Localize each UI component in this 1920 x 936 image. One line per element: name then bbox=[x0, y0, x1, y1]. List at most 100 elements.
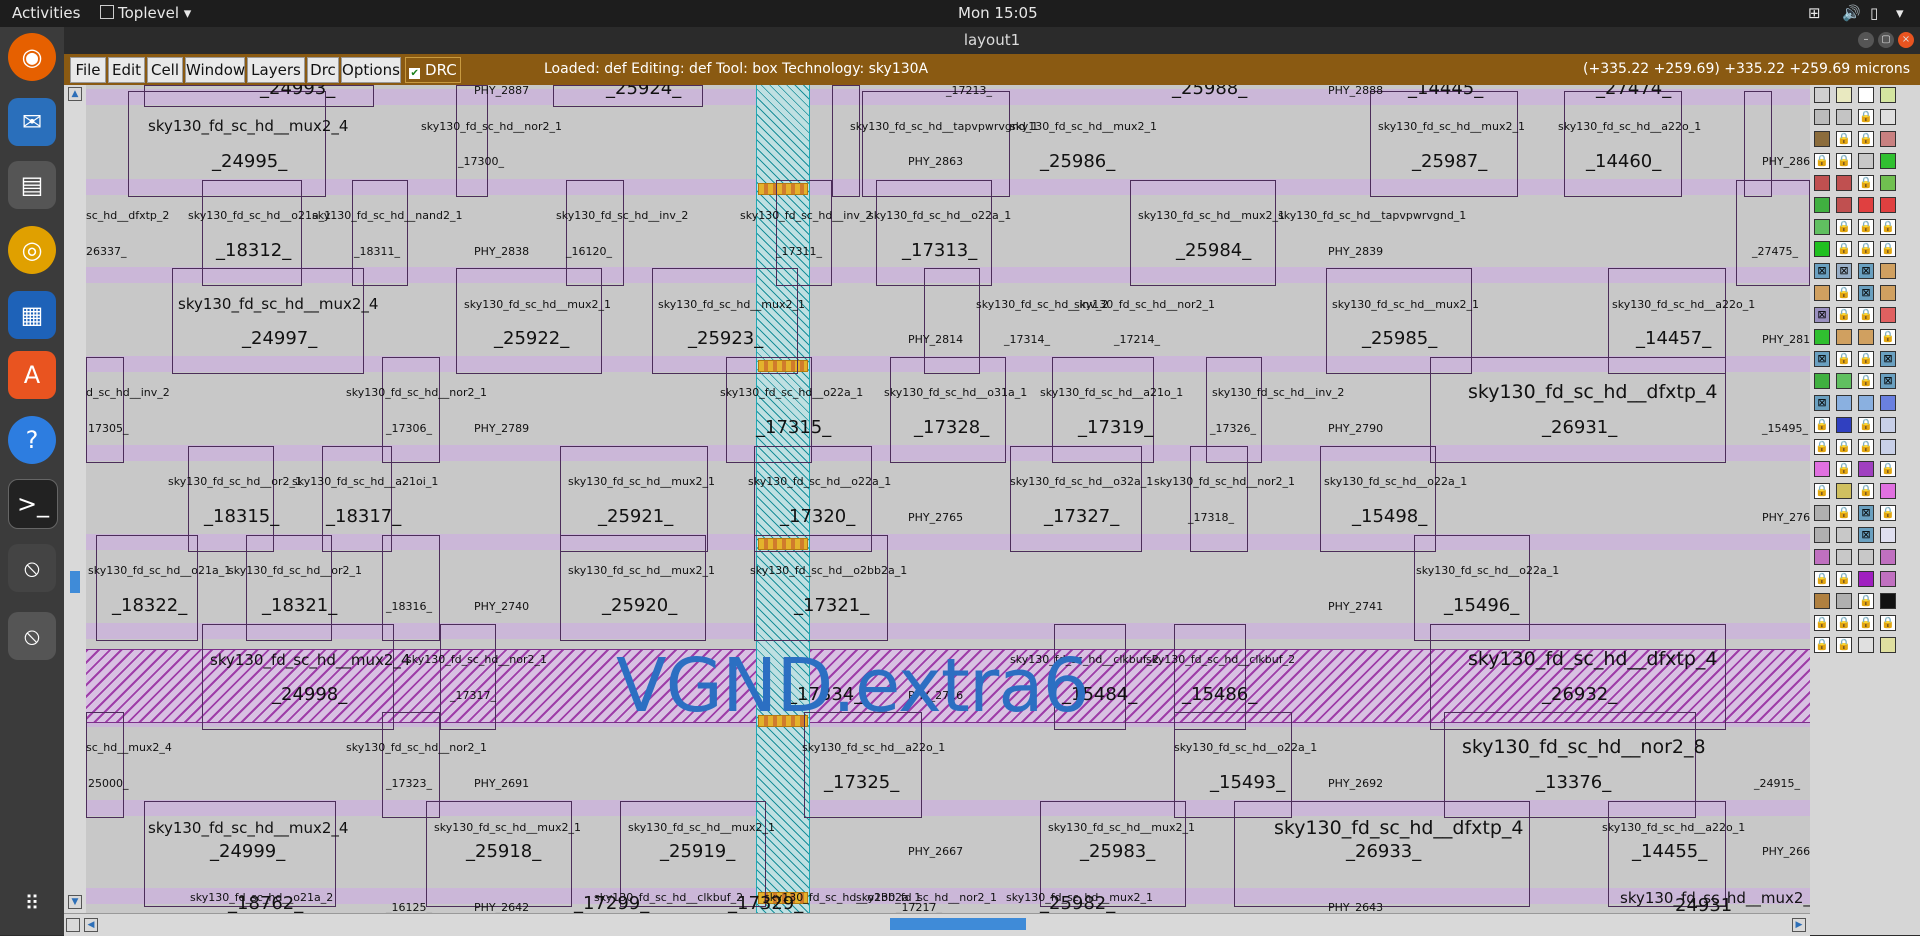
lock-icon[interactable]: 🔒 bbox=[1858, 175, 1874, 191]
layer-swatch[interactable] bbox=[1858, 197, 1874, 213]
lock-icon[interactable]: 🔒 bbox=[1858, 131, 1874, 147]
layer-swatch[interactable] bbox=[1880, 285, 1896, 301]
lock-icon[interactable]: 🔒 bbox=[1836, 307, 1852, 323]
terminal-icon[interactable]: >_ bbox=[8, 479, 58, 529]
layer-swatch[interactable]: ⊠ bbox=[1814, 263, 1830, 279]
lock-icon[interactable]: 🔒 bbox=[1858, 351, 1874, 367]
layer-swatch[interactable] bbox=[1814, 197, 1830, 213]
blocked-app-icon-active[interactable]: ⦸ bbox=[8, 612, 56, 660]
std-cell[interactable] bbox=[172, 268, 364, 374]
layer-swatch[interactable] bbox=[1880, 439, 1896, 455]
std-cell[interactable] bbox=[456, 85, 488, 197]
help-icon[interactable]: ? bbox=[8, 416, 56, 464]
lock-icon[interactable]: 🔒 bbox=[1858, 109, 1874, 125]
layer-swatch[interactable] bbox=[1880, 395, 1896, 411]
activities-button[interactable]: Activities bbox=[12, 4, 80, 22]
layer-swatch[interactable] bbox=[1836, 527, 1852, 543]
layer-swatch[interactable] bbox=[1858, 87, 1874, 103]
std-cell[interactable] bbox=[754, 535, 888, 641]
system-menu-chevron-icon[interactable]: ▾ bbox=[1896, 4, 1904, 22]
vertical-scrollbar[interactable]: ▲ ▼ bbox=[64, 85, 87, 913]
menu-window[interactable]: Window bbox=[185, 57, 245, 83]
rhythmbox-icon[interactable]: ◎ bbox=[8, 226, 56, 274]
layer-swatch[interactable] bbox=[1880, 483, 1896, 499]
layer-swatch[interactable]: ⊠ bbox=[1880, 351, 1896, 367]
lock-icon[interactable]: 🔒 bbox=[1858, 483, 1874, 499]
layer-swatch[interactable] bbox=[1814, 241, 1830, 257]
lock-icon[interactable]: 🔒 bbox=[1814, 417, 1830, 433]
scroll-left-arrow-icon[interactable]: ◀ bbox=[84, 918, 98, 932]
lock-icon[interactable]: 🔒 bbox=[1836, 131, 1852, 147]
scroll-right-arrow-icon[interactable]: ▶ bbox=[1792, 918, 1806, 932]
layer-swatch[interactable] bbox=[1880, 263, 1896, 279]
layer-swatch[interactable]: ⊠ bbox=[1814, 351, 1830, 367]
lock-icon[interactable]: 🔒 bbox=[1880, 505, 1896, 521]
battery-icon[interactable]: ▯ bbox=[1870, 4, 1878, 22]
lock-icon[interactable]: 🔒 bbox=[1814, 637, 1830, 653]
scroll-corner-icon[interactable] bbox=[66, 918, 80, 932]
show-applications-icon[interactable]: ⠿ bbox=[8, 879, 56, 927]
layer-swatch[interactable] bbox=[1814, 219, 1830, 235]
layer-swatch[interactable] bbox=[1858, 461, 1874, 477]
lock-icon[interactable]: 🔒 bbox=[1858, 593, 1874, 609]
layer-swatch[interactable] bbox=[1880, 175, 1896, 191]
layer-swatch[interactable] bbox=[1836, 395, 1852, 411]
std-cell[interactable] bbox=[890, 357, 1006, 463]
layer-swatch[interactable] bbox=[1836, 109, 1852, 125]
lock-icon[interactable]: 🔒 bbox=[1836, 153, 1852, 169]
std-cell[interactable] bbox=[832, 85, 860, 197]
maximize-icon[interactable]: ▢ bbox=[1878, 32, 1894, 48]
lock-icon[interactable]: 🔒 bbox=[1836, 615, 1852, 631]
horizontal-scroll-thumb[interactable] bbox=[890, 918, 1026, 930]
lock-icon[interactable]: 🔒 bbox=[1814, 571, 1830, 587]
layer-swatch[interactable] bbox=[1836, 483, 1852, 499]
layer-swatch[interactable] bbox=[1814, 109, 1830, 125]
std-cell[interactable] bbox=[1010, 446, 1142, 552]
lock-icon[interactable]: 🔒 bbox=[1836, 571, 1852, 587]
menu-drc[interactable]: Drc bbox=[307, 57, 339, 83]
lock-icon[interactable]: 🔒 bbox=[1836, 219, 1852, 235]
layout-canvas[interactable]: _24993_ PHY_2887 _25924_ _17213_ _25988_… bbox=[86, 85, 1810, 913]
window-title-bar[interactable]: layout1 bbox=[64, 27, 1920, 54]
scroll-up-arrow-icon[interactable]: ▲ bbox=[68, 87, 82, 101]
layer-swatch[interactable] bbox=[1880, 637, 1896, 653]
layer-swatch[interactable] bbox=[1814, 505, 1830, 521]
layer-swatch[interactable] bbox=[1814, 175, 1830, 191]
lock-icon[interactable]: 🔒 bbox=[1836, 285, 1852, 301]
thunderbird-icon[interactable]: ✉ bbox=[8, 98, 56, 146]
layer-swatch[interactable] bbox=[1836, 87, 1852, 103]
menu-edit[interactable]: Edit bbox=[108, 57, 145, 83]
lock-icon[interactable]: 🔒 bbox=[1858, 417, 1874, 433]
vertical-scroll-thumb[interactable] bbox=[70, 571, 80, 593]
layer-swatch[interactable] bbox=[1858, 329, 1874, 345]
layer-swatch[interactable]: ⊠ bbox=[1814, 307, 1830, 323]
layer-swatch[interactable] bbox=[1880, 153, 1896, 169]
lock-icon[interactable]: 🔒 bbox=[1836, 351, 1852, 367]
lock-icon[interactable]: 🔒 bbox=[1836, 439, 1852, 455]
lock-icon[interactable]: 🔒 bbox=[1880, 329, 1896, 345]
std-cell[interactable] bbox=[1736, 180, 1810, 286]
layer-swatch[interactable]: ⊠ bbox=[1858, 527, 1874, 543]
std-cell[interactable] bbox=[440, 624, 496, 730]
std-cell[interactable] bbox=[560, 535, 706, 641]
std-cell[interactable] bbox=[86, 357, 124, 463]
layer-swatch[interactable] bbox=[1880, 131, 1896, 147]
writer-icon[interactable]: ▦ bbox=[8, 291, 56, 339]
layer-swatch[interactable] bbox=[1814, 527, 1830, 543]
layer-swatch[interactable] bbox=[1836, 329, 1852, 345]
layer-swatch[interactable]: ⊠ bbox=[1858, 285, 1874, 301]
lock-icon[interactable]: 🔒 bbox=[1858, 219, 1874, 235]
menu-file[interactable]: File bbox=[70, 57, 106, 83]
layer-swatch[interactable] bbox=[1836, 373, 1852, 389]
std-cell[interactable] bbox=[1190, 446, 1248, 552]
lock-icon[interactable]: 🔒 bbox=[1814, 153, 1830, 169]
software-center-icon[interactable]: A bbox=[8, 351, 56, 399]
lock-icon[interactable]: 🔒 bbox=[1858, 241, 1874, 257]
layer-swatch[interactable] bbox=[1814, 87, 1830, 103]
layer-swatch[interactable] bbox=[1836, 417, 1852, 433]
std-cell[interactable] bbox=[1130, 180, 1276, 286]
layer-swatch[interactable] bbox=[1858, 637, 1874, 653]
firefox-icon[interactable]: ◉ bbox=[8, 33, 56, 81]
lock-icon[interactable]: 🔒 bbox=[1836, 505, 1852, 521]
layer-swatch[interactable]: ⊠ bbox=[1814, 395, 1830, 411]
